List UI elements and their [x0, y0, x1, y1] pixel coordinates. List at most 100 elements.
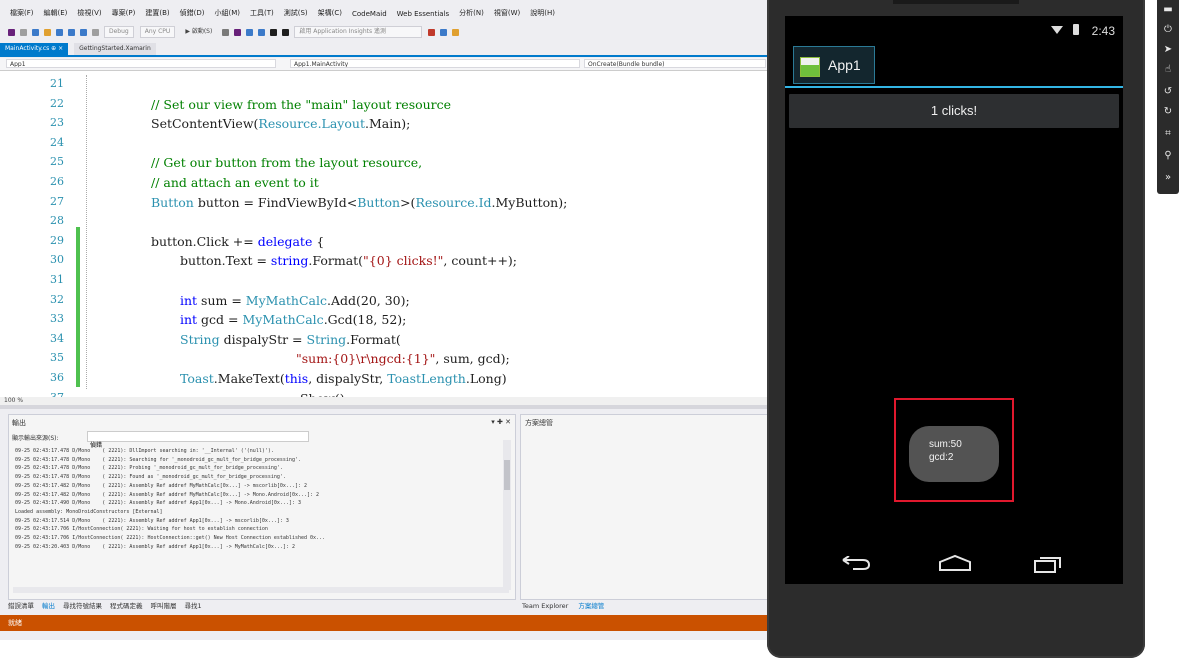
code-line[interactable]: 28: [0, 214, 770, 234]
bottom-tab[interactable]: 呼叫階層: [151, 600, 177, 610]
fit-screen-icon[interactable]: ⌗: [1162, 128, 1174, 140]
solution-config-select[interactable]: Debug: [104, 26, 134, 38]
code-line[interactable]: 35 "sum:{0}\r\ngcd:{1}", sum, gcd);: [0, 351, 770, 371]
forward-icon[interactable]: [20, 28, 27, 36]
zoom-level[interactable]: 100 %: [4, 397, 23, 404]
line-number: 23: [50, 116, 64, 130]
status-bar: 就緒: [0, 615, 770, 631]
touch-icon[interactable]: ☝: [1162, 64, 1174, 76]
code-token: "{0} clicks!": [363, 253, 444, 269]
undo-icon[interactable]: [80, 28, 87, 36]
rotate-left-icon[interactable]: ↺: [1162, 86, 1174, 98]
menu-item[interactable]: 偵錯(D): [180, 8, 205, 22]
new-project-icon[interactable]: [32, 28, 39, 36]
code-line[interactable]: 24: [0, 136, 770, 156]
redo-icon[interactable]: [92, 28, 99, 36]
tab-team-explorer[interactable]: Team Explorer: [522, 602, 568, 610]
splitter[interactable]: [0, 405, 770, 409]
save-all-icon[interactable]: [68, 28, 75, 36]
menu-item[interactable]: 分析(N): [459, 8, 484, 22]
code-token: .Add(20, 30);: [327, 292, 410, 308]
code-line[interactable]: 32 int sum = MyMathCalc.Add(20, 30);: [0, 293, 770, 313]
menu-item[interactable]: CodeMaid: [352, 10, 387, 22]
member-dropdown[interactable]: OnCreate(Bundle bundle): [584, 59, 766, 68]
code-token: Button: [357, 194, 401, 210]
save-icon[interactable]: [56, 28, 63, 36]
code-line[interactable]: 27 Button button = FindViewById<Button>(R…: [0, 195, 770, 215]
home-icon[interactable]: [937, 554, 973, 572]
menu-item[interactable]: 專案(P): [112, 8, 136, 22]
uncomment-icon[interactable]: [258, 28, 266, 36]
output-vertical-scrollbar[interactable]: [503, 440, 511, 590]
menu-item[interactable]: 測試(S): [284, 8, 308, 22]
minimize-icon[interactable]: ▬: [1162, 4, 1174, 16]
bottom-tab[interactable]: 輸出: [42, 600, 55, 610]
tab-solution-explorer[interactable]: 方案總管: [578, 602, 604, 610]
code-line[interactable]: 36 Toast.MakeText(this, dispalyStr, Toast…: [0, 371, 770, 391]
restart-icon[interactable]: [440, 28, 448, 36]
app-home-button[interactable]: App1: [793, 46, 875, 84]
code-line[interactable]: 33 int gcd = MyMathCalc.Gcd(18, 52);: [0, 312, 770, 332]
bottom-tab[interactable]: 程式碼定義: [110, 600, 143, 610]
code-line[interactable]: 23 SetContentView(Resource.Layout.Main);: [0, 116, 770, 136]
recent-apps-icon[interactable]: [1033, 555, 1063, 573]
zoom-icon[interactable]: ⚲: [1162, 150, 1174, 162]
menu-item[interactable]: 說明(H): [530, 8, 555, 22]
code-line[interactable]: 31: [0, 273, 770, 293]
my-button[interactable]: 1 clicks!: [789, 94, 1119, 128]
code-line[interactable]: 21: [0, 77, 770, 97]
back-icon[interactable]: [8, 28, 15, 36]
stop-icon[interactable]: [428, 28, 436, 36]
output-source-select[interactable]: 偵錯: [87, 431, 309, 449]
menu-item[interactable]: 檔案(F): [10, 8, 34, 22]
solution-platform-select[interactable]: Any CPU: [139, 26, 176, 38]
emulator-icon[interactable]: [282, 28, 290, 36]
right-tool-tabs: Team Explorer 方案總管: [522, 600, 612, 610]
line-number: 27: [50, 194, 64, 208]
pointer-icon[interactable]: ➤: [1162, 44, 1174, 56]
code-line[interactable]: 30 button.Text = string.Format("{0} click…: [0, 253, 770, 273]
speaker-slot: [893, 0, 1019, 4]
device-icon[interactable]: [270, 28, 278, 36]
more-icon[interactable]: »: [1162, 172, 1174, 184]
back-icon[interactable]: [841, 556, 871, 570]
output-horizontal-scrollbar[interactable]: [13, 587, 509, 593]
bookmark-icon[interactable]: [234, 28, 242, 36]
bottom-tab[interactable]: 錯誤清單: [8, 600, 34, 610]
code-line[interactable]: 25 // Get our button from the layout reso…: [0, 155, 770, 175]
class-dropdown[interactable]: App1.MainActivity: [290, 59, 580, 68]
output-window-controls[interactable]: ▾ ✚ ✕: [491, 418, 511, 426]
scrollbar-thumb[interactable]: [504, 460, 510, 490]
menu-item[interactable]: 工具(T): [250, 8, 274, 22]
tab-mainactivity[interactable]: MainActivity.cs ⊕ ×: [0, 43, 69, 55]
bottom-tab[interactable]: 尋找1: [185, 600, 202, 610]
menu-item[interactable]: 架構(C): [318, 8, 342, 22]
comment-icon[interactable]: [246, 28, 254, 36]
code-line[interactable]: 26 // and attach an event to it: [0, 175, 770, 195]
code-line[interactable]: 29 button.Click += delegate {: [0, 234, 770, 254]
code-editor[interactable]: 21 22 // Set our view from the "main" layo…: [0, 71, 770, 405]
output-log[interactable]: 09-25 02:43:17.478 D/Mono ( 2221): DllIm…: [15, 447, 505, 551]
menu-bar: 檔案(F) 編輯(E) 檢視(V) 專案(P) 建置(B) 偵錯(D) 小組(M) 工具(T)…: [0, 0, 770, 22]
menu-item[interactable]: 檢視(V): [77, 8, 101, 22]
line-number: 31: [50, 273, 64, 286]
menu-item[interactable]: 建置(B): [145, 8, 169, 22]
code-line[interactable]: 22 // Set our view from the "main" layout…: [0, 97, 770, 117]
open-file-icon[interactable]: [44, 28, 51, 36]
start-debug-button[interactable]: ▶ 啟動(S): [181, 27, 216, 37]
phone-screen[interactable]: 2:43 App1 1 clicks! sum:50 gcd:2: [785, 16, 1123, 584]
project-dropdown[interactable]: App1: [6, 59, 276, 68]
rotate-right-icon[interactable]: ↻: [1162, 106, 1174, 118]
power-icon[interactable]: ⏻: [1162, 24, 1174, 36]
breakpoint-icon[interactable]: [452, 28, 460, 36]
code-token: String: [180, 331, 220, 347]
menu-item[interactable]: 小組(M): [214, 8, 240, 22]
application-insights-button[interactable]: 啟用 Application Insights 遙測: [294, 26, 423, 38]
find-icon[interactable]: [222, 28, 230, 36]
menu-item[interactable]: 編輯(E): [44, 8, 68, 22]
code-line[interactable]: 34 String dispalyStr = String.Format(: [0, 332, 770, 352]
menu-item[interactable]: Web Essentials: [397, 10, 450, 22]
tab-gettingstarted[interactable]: GettingStarted.Xamarin: [74, 43, 156, 55]
bottom-tab[interactable]: 尋找符號結果: [63, 600, 102, 610]
menu-item[interactable]: 視窗(W): [494, 8, 520, 22]
